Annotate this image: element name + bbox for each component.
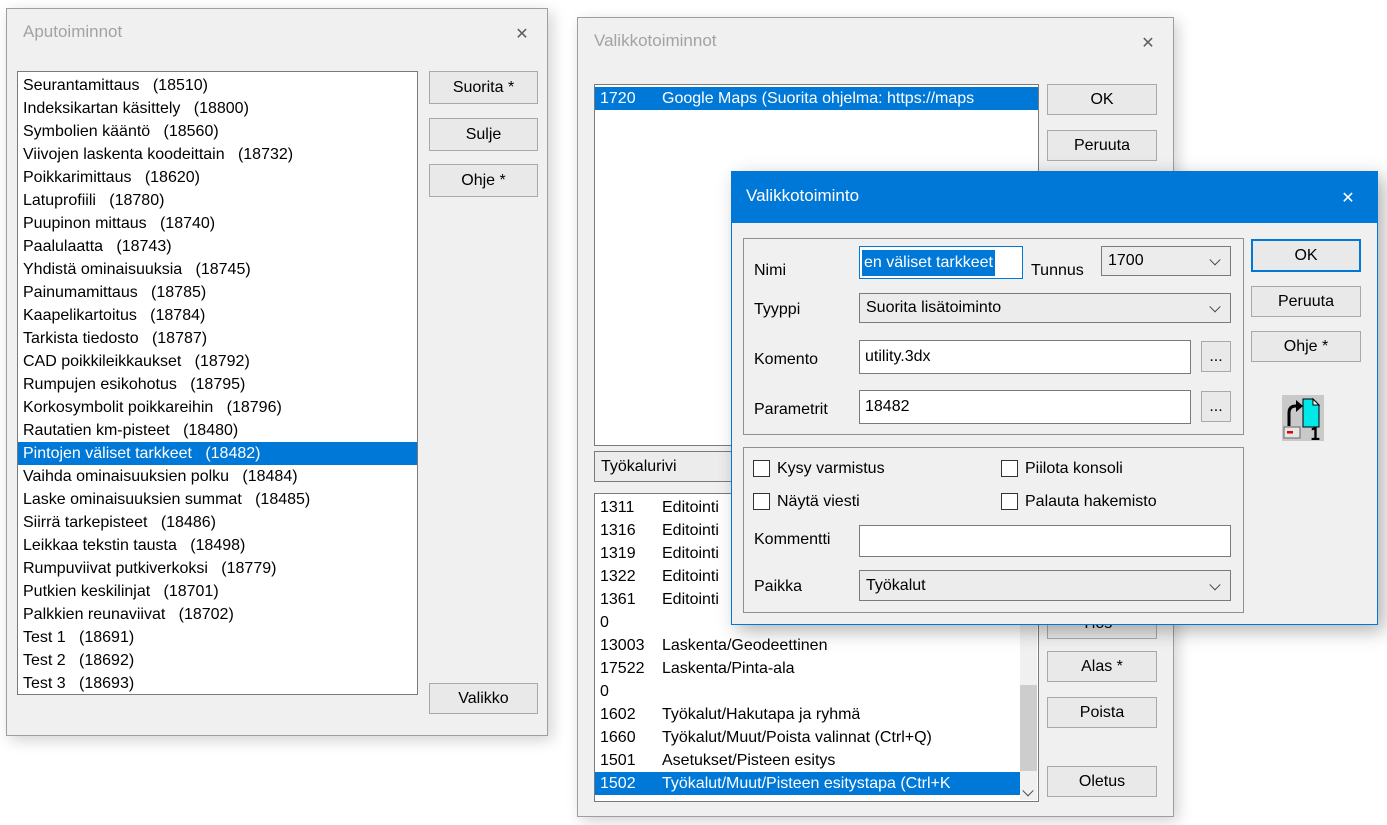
komento-input[interactable]: utility.3dx — [859, 340, 1191, 374]
close-icon[interactable]: ✕ — [1333, 183, 1363, 211]
palauta-hakemisto-checkbox[interactable] — [1001, 493, 1018, 510]
list-item[interactable]: Symbolien kääntö (18560) — [18, 120, 417, 143]
list-item[interactable]: Test 2 (18692) — [18, 649, 417, 672]
list-item[interactable]: Pintojen väliset tarkkeet (18482) — [18, 442, 417, 465]
komento-input-value: utility.3dx — [865, 348, 931, 366]
kommentti-label: Kommentti — [754, 531, 830, 549]
list-item[interactable]: Putkien keskilinjat (18701) — [18, 580, 417, 603]
list-item[interactable]: Paalulaatta (18743) — [18, 235, 417, 258]
parametrit-label: Parametrit — [754, 401, 828, 419]
tunnus-combo-value: 1700 — [1108, 252, 1144, 270]
paikka-combo-value: Työkalut — [866, 577, 926, 595]
list-item[interactable]: Painumamittaus (18785) — [18, 281, 417, 304]
parametrit-browse-button[interactable]: ... — [1201, 391, 1231, 422]
komento-browse-button[interactable]: ... — [1201, 341, 1231, 372]
dialog-title: Valikkotoiminnot — [594, 31, 717, 51]
nayta-viesti-checkbox[interactable] — [753, 493, 770, 510]
nimi-input-selected-text: en väliset tarkkeet — [862, 250, 995, 276]
list-item[interactable]: 17522Laskenta/Pinta-ala — [595, 657, 1021, 680]
close-icon[interactable]: ✕ — [1133, 28, 1163, 56]
paikka-label: Paikka — [754, 578, 802, 596]
chevron-down-icon — [1209, 254, 1220, 265]
toolbar-row-combo-value: Työkalurivi — [601, 458, 677, 476]
list-item[interactable]: Kaapelikartoitus (18784) — [18, 304, 417, 327]
ok-button[interactable]: OK — [1047, 84, 1157, 115]
tunnus-label: Tunnus — [1031, 262, 1084, 280]
dialog-title: Aputoiminnot — [23, 22, 122, 42]
nimi-input[interactable]: en väliset tarkkeet — [859, 246, 1023, 279]
list-item[interactable]: Siirrä tarkepisteet (18486) — [18, 511, 417, 534]
list-item[interactable]: Rumpujen esikohotus (18795) — [18, 373, 417, 396]
chevron-down-icon — [1022, 785, 1033, 796]
parametrit-input-value: 18482 — [865, 398, 910, 416]
palauta-hakemisto-label: Palauta hakemisto — [1025, 493, 1157, 511]
list-item[interactable]: Indeksikartan käsittely (18800) — [18, 97, 417, 120]
list-item[interactable]: 1660Työkalut/Muut/Poista valinnat (Ctrl+… — [595, 726, 1021, 749]
valikkotoiminnot-titlebar[interactable]: Valikkotoiminnot ✕ — [578, 18, 1173, 68]
tyyppi-combo[interactable]: Suorita lisätoiminto — [859, 293, 1231, 323]
list-item[interactable]: Rumpuviivat putkiverkoksi (18779) — [18, 557, 417, 580]
desktop: Aputoiminnot ✕ Seurantamittaus (18510)In… — [0, 0, 1387, 825]
toolbar-macro-icon: 1 — [1282, 395, 1324, 441]
alas-button[interactable]: Alas * — [1047, 651, 1157, 682]
peruuta-button[interactable]: Peruuta — [1251, 286, 1361, 317]
suorita-button[interactable]: Suorita * — [429, 71, 538, 104]
kommentti-input[interactable] — [859, 525, 1231, 557]
list-item[interactable]: Poikkarimittaus (18620) — [18, 166, 417, 189]
list-item[interactable]: Leikkaa tekstin tausta (18498) — [18, 534, 417, 557]
list-item[interactable]: Puupinon mittaus (18740) — [18, 212, 417, 235]
oletus-button[interactable]: Oletus — [1047, 766, 1157, 797]
chevron-down-icon — [1209, 579, 1220, 590]
list-item[interactable]: Korkosymbolit poikkareihin (18796) — [18, 396, 417, 419]
aputoiminnot-dialog: Aputoiminnot ✕ Seurantamittaus (18510)In… — [6, 8, 548, 736]
scrollbar-thumb[interactable] — [1020, 685, 1037, 771]
nimi-label: Nimi — [754, 262, 786, 280]
list-item[interactable]: Seurantamittaus (18510) — [18, 74, 417, 97]
tunnus-combo[interactable]: 1700 — [1101, 246, 1231, 276]
scrollbar-down-button[interactable] — [1020, 783, 1037, 800]
piilota-konsoli-checkbox[interactable] — [1001, 460, 1018, 477]
valikko-button[interactable]: Valikko — [429, 683, 538, 714]
list-item[interactable]: 0 — [595, 680, 1021, 703]
tyyppi-combo-value: Suorita lisätoiminto — [866, 299, 1001, 317]
list-item[interactable]: Palkkien reunaviivat (18702) — [18, 603, 417, 626]
ok-button[interactable]: OK — [1251, 239, 1361, 272]
list-item[interactable]: CAD poikkileikkaukset (18792) — [18, 350, 417, 373]
close-icon[interactable]: ✕ — [507, 19, 537, 47]
list-item[interactable]: 13003Laskenta/Geodeettinen — [595, 634, 1021, 657]
ohje-button[interactable]: Ohje * — [429, 164, 538, 197]
list-item[interactable]: Viivojen laskenta koodeittain (18732) — [18, 143, 417, 166]
list-item[interactable]: 1502Työkalut/Muut/Pisteen esitystapa (Ct… — [595, 772, 1021, 795]
peruuta-button[interactable]: Peruuta — [1047, 130, 1157, 161]
list-item[interactable]: Test 1 (18691) — [18, 626, 417, 649]
list-item[interactable]: Yhdistä ominaisuuksia (18745) — [18, 258, 417, 281]
tyyppi-label: Tyyppi — [754, 301, 800, 319]
paikka-combo[interactable]: Työkalut — [859, 570, 1231, 601]
komento-label: Komento — [754, 351, 818, 369]
piilota-konsoli-label: Piilota konsoli — [1025, 460, 1123, 478]
list-item[interactable]: Rautatien km-pisteet (18480) — [18, 419, 417, 442]
poista-button[interactable]: Poista — [1047, 697, 1157, 728]
nayta-viesti-label: Näytä viesti — [777, 493, 860, 511]
chevron-down-icon — [1209, 301, 1220, 312]
svg-text:1: 1 — [1310, 425, 1320, 441]
aputoiminnot-titlebar[interactable]: Aputoiminnot ✕ — [7, 9, 547, 59]
list-item[interactable]: Latuprofiili (18780) — [18, 189, 417, 212]
ohje-button[interactable]: Ohje * — [1251, 331, 1361, 362]
list-item[interactable]: 1501Asetukset/Pisteen esitys — [595, 749, 1021, 772]
parametrit-input[interactable]: 18482 — [859, 390, 1191, 424]
dialog-title: Valikkotoiminto — [746, 186, 859, 206]
list-item[interactable]: Vaihda ominaisuuksien polku (18484) — [18, 465, 417, 488]
list-item[interactable]: Laske ominaisuuksien summat (18485) — [18, 488, 417, 511]
list-item[interactable]: Tarkista tiedosto (18787) — [18, 327, 417, 350]
list-item[interactable]: 1720Google Maps (Suorita ohjelma: https:… — [595, 87, 1038, 110]
kysy-varmistus-checkbox[interactable] — [753, 460, 770, 477]
aputoiminnot-listbox: Seurantamittaus (18510)Indeksikartan käs… — [17, 71, 418, 695]
valikkotoiminto-dialog: Valikkotoiminto ✕ Nimi en väliset tarkke… — [731, 171, 1378, 625]
kysy-varmistus-label: Kysy varmistus — [777, 460, 885, 478]
list-item[interactable]: 1602Työkalut/Hakutapa ja ryhmä — [595, 703, 1021, 726]
list-item[interactable]: Test 3 (18693) — [18, 672, 417, 695]
sulje-button[interactable]: Sulje — [429, 118, 538, 151]
valikkotoiminto-titlebar[interactable]: Valikkotoiminto ✕ — [732, 172, 1377, 223]
